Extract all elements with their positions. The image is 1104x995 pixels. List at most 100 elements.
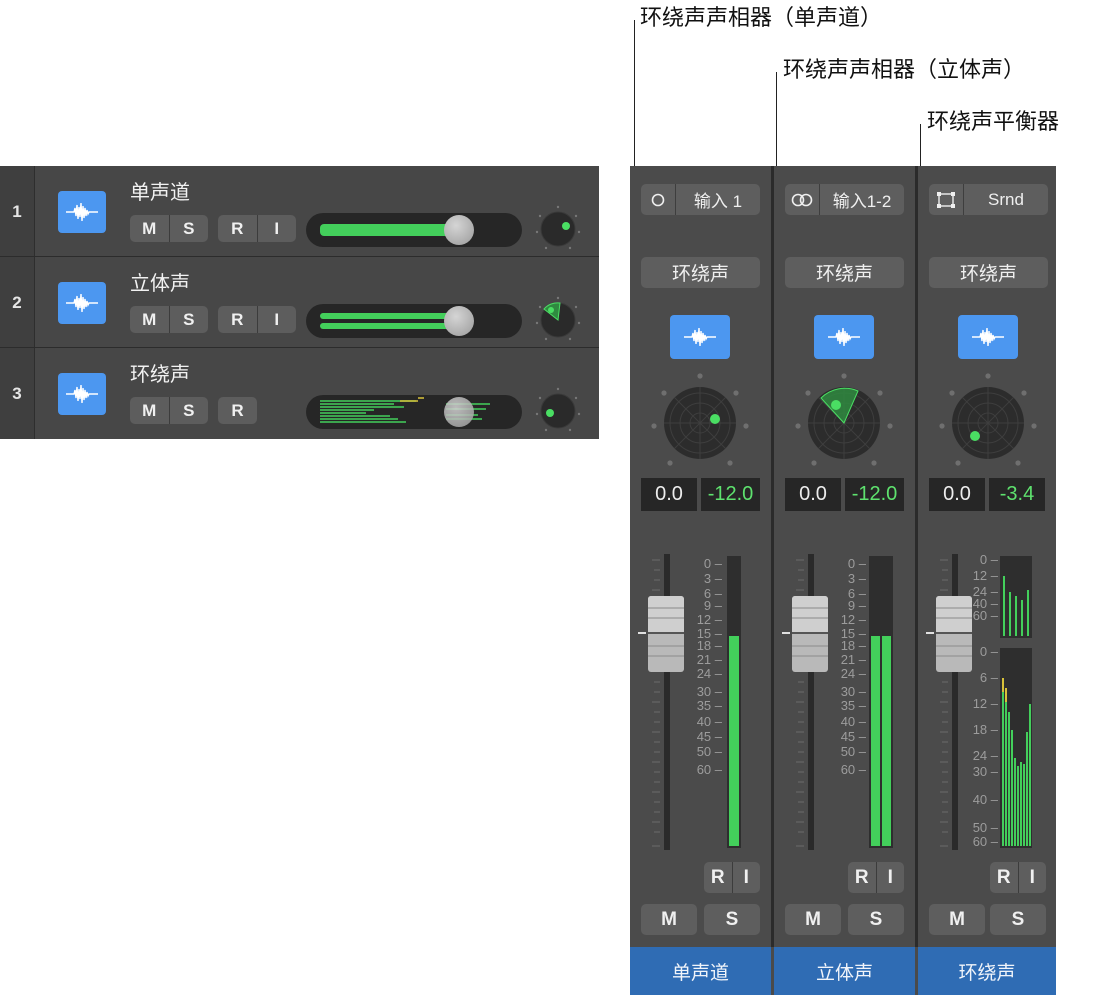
volume-fader[interactable]: 0 –3 –6 –9 –12 –15 –18 –21 –24 –30 –35 –… [630,552,771,852]
waveform-icon[interactable] [958,315,1018,359]
track-number: 2 [0,257,35,348]
meter-scale-label: 50 – [697,744,723,759]
channel-name[interactable]: 立体声 [774,947,915,995]
track-row[interactable]: 1 单声道 M S R I [0,166,599,257]
input-slot[interactable]: 输入 1 [641,184,760,215]
volume-knob[interactable] [444,306,474,336]
mute-button[interactable]: M [929,904,985,935]
meter-scale-label: 18 – [841,638,867,653]
record-input-group: R I [848,862,904,893]
mute-solo-group: M S [130,397,208,424]
track-name[interactable]: 单声道 [130,176,190,205]
record-input-group: R I [218,215,296,242]
meter-scale-label: 35 – [841,698,867,713]
volume-slider[interactable] [306,395,522,429]
record-enable-button[interactable]: R [990,862,1019,893]
track-name[interactable]: 环绕声 [130,358,190,387]
meter-scale-label: 9 – [704,598,723,613]
mute-button[interactable]: M [785,904,841,935]
meter-scale-label: 40 – [697,714,723,729]
record-input-group: R I [990,862,1046,893]
input-monitor-button[interactable]: I [877,862,905,893]
input-label: Srnd [988,189,1024,209]
track-row[interactable]: 2 立体声 M S R I [0,257,599,348]
record-enable-button[interactable]: R [218,306,258,333]
input-monitor-button[interactable]: I [1019,862,1047,893]
meter-scale-label: 40 – [973,792,999,807]
solo-button[interactable]: S [704,904,760,935]
input-monitor-button[interactable]: I [733,862,761,893]
mono-circle-icon [641,184,676,215]
meter-scale-label: 0 – [848,556,867,571]
volume-slider[interactable] [306,304,522,338]
meter-scale-label: 12 – [697,612,723,627]
output-slot[interactable]: 环绕声 [785,257,904,288]
surround-panner[interactable] [794,371,894,471]
waveform-icon[interactable] [814,315,874,359]
track-number: 3 [0,348,35,439]
meter-scale-label: 60 – [841,762,867,777]
output-slot[interactable]: 环绕声 [929,257,1048,288]
meter-scale-label: 12 – [973,568,999,583]
mute-button[interactable]: M [641,904,697,935]
record-enable-button[interactable]: R [704,862,733,893]
meter-scale-label: 0 – [980,552,999,567]
volume-fader[interactable]: 0 –3 –6 –9 –12 –15 –18 –21 –24 –30 –35 –… [774,552,915,852]
mixer: 输入 1 环绕声 0.0 -12.0 0 – 3 – 6 – 9 – 12 – … [630,166,1056,995]
channel-name[interactable]: 单声道 [630,947,771,995]
mute-button[interactable]: M [130,306,170,333]
input-monitor-button[interactable]: I [258,215,297,242]
track-name[interactable]: 立体声 [130,267,190,296]
meter-scale-label: 30 – [973,764,999,779]
channel-name[interactable]: 环绕声 [918,947,1056,995]
waveform-icon[interactable] [58,282,106,324]
waveform-icon[interactable] [670,315,730,359]
record-group: R [218,397,257,424]
volume-knob[interactable] [444,397,474,427]
input-slot[interactable]: 输入1-2 [785,184,904,215]
solo-button[interactable]: S [170,397,209,424]
meter-scale-label: 0 – [704,556,723,571]
mute-button[interactable]: M [130,397,170,424]
meter-scale-label: 21 – [697,652,723,667]
record-input-group: R I [704,862,760,893]
send-value[interactable]: -12.0 [845,478,904,511]
volume-slider[interactable] [306,213,522,247]
stereo-circles-icon [785,184,820,215]
track-list: 1 单声道 M S R I 2 立体声 M S R I 3 环绕声 M S R [0,166,599,439]
meter-scale-label: 50 – [841,744,867,759]
meter-scale-label: 18 – [973,722,999,737]
channel-strip-mono: 输入 1 环绕声 0.0 -12.0 0 – 3 – 6 – 9 – 12 – … [630,166,771,995]
output-slot[interactable]: 环绕声 [641,257,760,288]
pan-value[interactable]: 0.0 [929,478,985,511]
solo-button[interactable]: S [170,306,209,333]
meter-scale-label: 45 – [841,729,867,744]
solo-button[interactable]: S [170,215,209,242]
waveform-icon[interactable] [58,191,106,233]
volume-knob[interactable] [444,215,474,245]
solo-button[interactable]: S [990,904,1046,935]
pan-knob[interactable] [534,204,582,252]
surround-panner[interactable] [650,371,750,471]
record-enable-button[interactable]: R [218,215,258,242]
record-enable-button[interactable]: R [218,397,257,424]
mute-button[interactable]: M [130,215,170,242]
waveform-icon[interactable] [58,373,106,415]
input-slot[interactable]: Srnd [929,184,1048,215]
send-value[interactable]: -3.4 [989,478,1045,511]
pan-value[interactable]: 0.0 [641,478,697,511]
input-monitor-button[interactable]: I [258,306,297,333]
meter-scale-label: 9 – [848,598,867,613]
channel-strip-stereo: 输入1-2 环绕声 0.0 -12.0 0 – 3 – 6 – 9 – 12 –… [774,166,915,995]
callout-surround-panner-mono: 环绕声声相器（单声道） [640,6,883,31]
pan-knob[interactable] [534,386,582,434]
pan-value[interactable]: 0.0 [785,478,841,511]
volume-fader[interactable]: 0 –12 –24 –40 –60 – 0 –6 –12 –18 –24 –30… [918,552,1056,852]
send-value[interactable]: -12.0 [701,478,760,511]
surround-balancer[interactable] [938,371,1038,471]
meter-scale-label: 0 – [980,644,999,659]
surround-pan-knob[interactable] [534,295,582,343]
track-row[interactable]: 3 环绕声 M S R [0,348,599,439]
record-enable-button[interactable]: R [848,862,877,893]
solo-button[interactable]: S [848,904,904,935]
